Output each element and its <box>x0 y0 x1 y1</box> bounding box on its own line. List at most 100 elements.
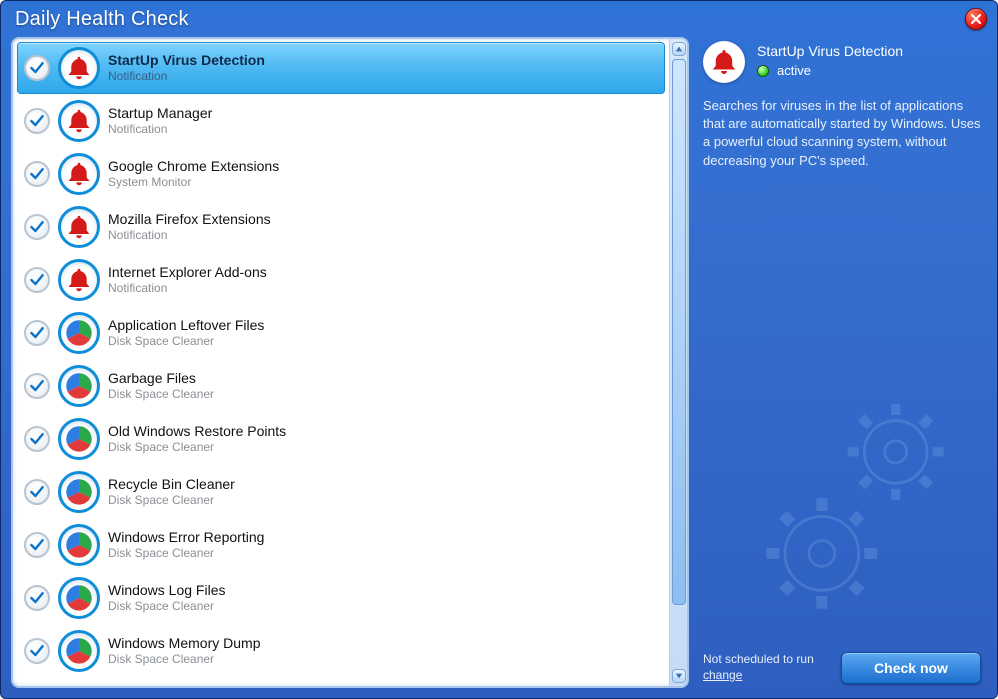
item-text: Recycle Bin CleanerDisk Space Cleaner <box>108 476 235 507</box>
item-title: Old Windows Restore Points <box>108 423 286 440</box>
list-item[interactable]: Recycle Bin CleanerDisk Space Cleaner <box>17 466 665 518</box>
item-subtitle: Notification <box>108 122 212 136</box>
check-list[interactable]: StartUp Virus DetectionNotification Start… <box>13 39 669 686</box>
check-toggle[interactable] <box>24 373 50 399</box>
close-button[interactable] <box>965 8 987 30</box>
detail-icon-circle <box>703 41 745 83</box>
bell-icon <box>65 160 93 188</box>
item-title: Startup Manager <box>108 105 212 122</box>
item-subtitle: Disk Space Cleaner <box>108 546 264 560</box>
check-toggle[interactable] <box>24 161 50 187</box>
list-item[interactable]: Old Windows Restore PointsDisk Space Cle… <box>17 413 665 465</box>
category-icon-circle <box>58 630 100 672</box>
checkmark-icon <box>29 590 45 606</box>
checkmark-icon <box>29 219 45 235</box>
item-text: Garbage FilesDisk Space Cleaner <box>108 370 214 401</box>
item-title: Windows Memory Dump <box>108 635 260 652</box>
item-text: Application Leftover FilesDisk Space Cle… <box>108 317 264 348</box>
scrollbar[interactable] <box>669 39 687 686</box>
scroll-track[interactable] <box>672 59 686 666</box>
list-item[interactable]: Application Leftover FilesDisk Space Cle… <box>17 307 665 359</box>
bell-icon <box>65 213 93 241</box>
item-subtitle: Notification <box>108 69 265 83</box>
item-subtitle: Notification <box>108 228 271 242</box>
item-subtitle: Disk Space Cleaner <box>108 652 260 666</box>
checkmark-icon <box>29 166 45 182</box>
scroll-down-button[interactable] <box>672 669 686 683</box>
body: StartUp Virus DetectionNotificationStart… <box>1 37 997 698</box>
checkmark-icon <box>29 643 45 659</box>
schedule-change-link[interactable]: change <box>703 668 742 682</box>
schedule-line: Not scheduled to run <box>703 652 814 666</box>
checkmark-icon <box>29 378 45 394</box>
item-subtitle: Disk Space Cleaner <box>108 599 226 613</box>
check-toggle[interactable] <box>24 108 50 134</box>
item-text: Windows Log FilesDisk Space Cleaner <box>108 582 226 613</box>
check-toggle[interactable] <box>24 426 50 452</box>
item-title: Recycle Bin Cleaner <box>108 476 235 493</box>
item-title: Mozilla Firefox Extensions <box>108 211 271 228</box>
window-title: Daily Health Check <box>15 8 189 31</box>
check-toggle[interactable] <box>24 638 50 664</box>
list-item[interactable]: Garbage FilesDisk Space Cleaner <box>17 360 665 412</box>
check-now-button[interactable]: Check now <box>841 652 981 684</box>
detail-title-block: StartUp Virus Detection active <box>757 41 903 78</box>
item-subtitle: Disk Space Cleaner <box>108 493 235 507</box>
item-text: Internet Explorer Add-onsNotification <box>108 264 267 295</box>
category-icon-circle <box>58 206 100 248</box>
category-icon-circle <box>58 365 100 407</box>
pie-chart-icon <box>64 636 94 666</box>
item-title: Windows Log Files <box>108 582 226 599</box>
item-subtitle: Disk Space Cleaner <box>108 440 286 454</box>
item-subtitle: Notification <box>108 281 267 295</box>
checkmark-icon <box>29 272 45 288</box>
status-dot-icon <box>757 65 769 77</box>
list-item[interactable]: Mozilla Firefox ExtensionsNotification <box>17 201 665 253</box>
item-text: Mozilla Firefox ExtensionsNotification <box>108 211 271 242</box>
category-icon-circle <box>58 312 100 354</box>
item-title: Application Leftover Files <box>108 317 264 334</box>
list-item[interactable]: Windows Error ReportingDisk Space Cleane… <box>17 519 665 571</box>
item-title: Garbage Files <box>108 370 214 387</box>
list-item[interactable]: Windows Log FilesDisk Space Cleaner <box>17 572 665 624</box>
check-list-panel: StartUp Virus DetectionNotification Start… <box>11 37 689 688</box>
detail-panel: StartUp Virus Detection active Searches … <box>697 37 987 688</box>
category-icon-circle <box>58 153 100 195</box>
item-title: Google Chrome Extensions <box>108 158 279 175</box>
category-icon-circle <box>58 418 100 460</box>
check-toggle[interactable] <box>24 55 50 81</box>
category-icon-circle <box>58 577 100 619</box>
detail-description: Searches for viruses in the list of appl… <box>703 97 981 170</box>
check-toggle[interactable] <box>24 479 50 505</box>
check-toggle[interactable] <box>24 532 50 558</box>
check-toggle[interactable] <box>24 320 50 346</box>
list-item[interactable]: Startup ManagerNotification <box>17 95 665 147</box>
check-toggle[interactable] <box>24 585 50 611</box>
item-text: Google Chrome ExtensionsSystem Monitor <box>108 158 279 189</box>
list-item[interactable]: StartUp Virus DetectionNotification <box>17 42 665 94</box>
item-title: Internet Explorer Add-ons <box>108 264 267 281</box>
list-item[interactable]: Google Chrome ExtensionsSystem Monitor <box>17 148 665 200</box>
pie-chart-icon <box>64 583 94 613</box>
category-icon-circle <box>58 524 100 566</box>
close-icon <box>971 14 981 24</box>
bell-icon <box>65 266 93 294</box>
item-text: Old Windows Restore PointsDisk Space Cle… <box>108 423 286 454</box>
status-label: active <box>777 63 811 78</box>
pie-chart-icon <box>64 371 94 401</box>
detail-title: StartUp Virus Detection <box>757 43 903 59</box>
gears-decoration <box>753 378 983 618</box>
checkmark-icon <box>29 431 45 447</box>
scroll-up-button[interactable] <box>672 42 686 56</box>
item-text: StartUp Virus DetectionNotification <box>108 52 265 83</box>
pie-chart-icon <box>64 477 94 507</box>
checkmark-icon <box>29 113 45 129</box>
item-text: Windows Error ReportingDisk Space Cleane… <box>108 529 264 560</box>
list-item[interactable]: Internet Explorer Add-onsNotification <box>17 254 665 306</box>
window: Daily Health Check StartUp Virus Detecti… <box>0 0 998 699</box>
check-toggle[interactable] <box>24 214 50 240</box>
list-item[interactable]: Windows Memory DumpDisk Space Cleaner <box>17 625 665 677</box>
check-toggle[interactable] <box>24 267 50 293</box>
category-icon-circle <box>58 47 100 89</box>
scroll-thumb[interactable] <box>672 59 686 605</box>
